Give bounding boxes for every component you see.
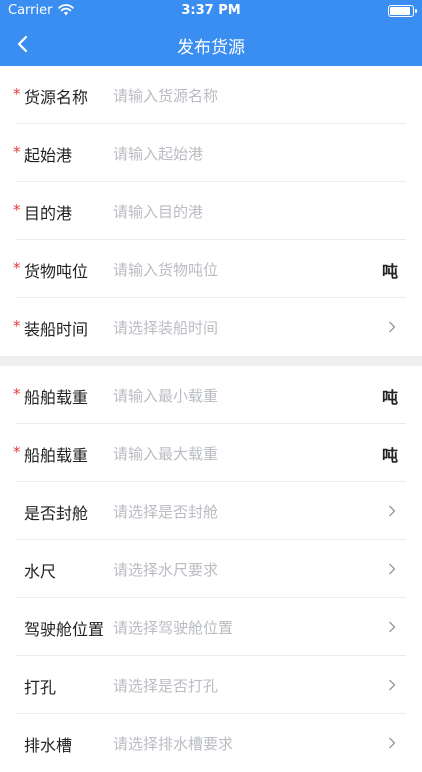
page-title: 发布货源 — [177, 38, 245, 58]
status-bar: Carrier 3:37 PM — [0, 0, 422, 22]
drainage-picker[interactable]: 请选择排水槽要求 — [113, 733, 233, 754]
hatch-sealed-picker[interactable]: 请选择是否封舱 — [113, 501, 218, 522]
cargo-tonnage-row[interactable]: * 货物吨位 请输入货物吨位 吨 — [0, 240, 422, 298]
required-mark: * — [13, 443, 21, 461]
field-label: 船舶载重 — [24, 446, 89, 465]
max-load-input[interactable]: 请输入最大载重 — [113, 443, 218, 464]
cockpit-position-row[interactable]: 驾驶舱位置 请选择驾驶舱位置 — [0, 598, 422, 656]
field-label: 排水槽 — [24, 736, 73, 755]
top-bar: Carrier 3:37 PM 发布货源 — [0, 0, 422, 66]
field-label: 船舶载重 — [24, 388, 89, 407]
cargo-info-section: * 货源名称 请输入货源名称 * 起始港 请输入起始港 * 目的港 请输入目的港… — [0, 66, 422, 356]
clock: 3:37 PM — [181, 3, 241, 18]
cargo-tonnage-input[interactable]: 请输入货物吨位 — [113, 259, 218, 280]
field-label: 装船时间 — [24, 320, 89, 339]
unit-label: 吨 — [381, 388, 398, 407]
unit-label: 吨 — [381, 446, 398, 465]
cargo-name-input[interactable]: 请输入货源名称 — [113, 85, 218, 106]
required-mark: * — [13, 259, 21, 277]
chevron-right-icon — [389, 505, 396, 517]
min-load-row[interactable]: * 船舶载重 请输入最小载重 吨 — [0, 366, 422, 424]
min-load-input[interactable]: 请输入最小载重 — [113, 385, 218, 406]
field-label: 驾驶舱位置 — [24, 620, 105, 639]
required-mark: * — [13, 385, 21, 403]
required-mark: * — [13, 143, 21, 161]
unit-label: 吨 — [381, 262, 398, 281]
origin-port-input[interactable]: 请输入起始港 — [113, 143, 203, 164]
navigation-bar: 发布货源 — [0, 22, 422, 66]
field-label: 水尺 — [24, 562, 57, 581]
loading-time-row[interactable]: * 装船时间 请选择装船时间 — [0, 298, 422, 356]
drilling-row[interactable]: 打孔 请选择是否打孔 — [0, 656, 422, 714]
field-label: 打孔 — [24, 678, 57, 697]
field-label: 目的港 — [24, 204, 73, 223]
max-load-row[interactable]: * 船舶载重 请输入最大载重 吨 — [0, 424, 422, 482]
cockpit-position-picker[interactable]: 请选择驾驶舱位置 — [113, 617, 233, 638]
chevron-right-icon — [389, 679, 396, 691]
draft-row[interactable]: 水尺 请选择水尺要求 — [0, 540, 422, 598]
hatch-sealed-row[interactable]: 是否封舱 请选择是否封舱 — [0, 482, 422, 540]
section-divider — [0, 356, 422, 366]
battery-icon — [388, 5, 417, 17]
field-label: 是否封舱 — [24, 504, 89, 523]
required-mark: * — [13, 201, 21, 219]
destination-port-input[interactable]: 请输入目的港 — [113, 201, 203, 222]
chevron-right-icon — [389, 737, 396, 749]
origin-port-row[interactable]: * 起始港 请输入起始港 — [0, 124, 422, 182]
drilling-picker[interactable]: 请选择是否打孔 — [113, 675, 218, 696]
required-mark: * — [13, 85, 21, 103]
chevron-right-icon — [389, 563, 396, 575]
destination-port-row[interactable]: * 目的港 请输入目的港 — [0, 182, 422, 240]
field-label: 起始港 — [24, 146, 73, 165]
chevron-right-icon — [389, 321, 396, 333]
ship-requirements-section: * 船舶载重 请输入最小载重 吨 * 船舶载重 请输入最大载重 吨 是否封舱 请… — [0, 366, 422, 772]
field-label: 货物吨位 — [24, 262, 89, 281]
draft-picker[interactable]: 请选择水尺要求 — [113, 559, 218, 580]
required-mark: * — [13, 317, 21, 335]
cargo-name-row[interactable]: * 货源名称 请输入货源名称 — [0, 66, 422, 124]
drainage-row[interactable]: 排水槽 请选择排水槽要求 — [0, 714, 422, 772]
loading-time-picker[interactable]: 请选择装船时间 — [113, 317, 218, 338]
chevron-right-icon — [389, 621, 396, 633]
form: * 货源名称 请输入货源名称 * 起始港 请输入起始港 * 目的港 请输入目的港… — [0, 66, 422, 772]
field-label: 货源名称 — [24, 88, 89, 107]
